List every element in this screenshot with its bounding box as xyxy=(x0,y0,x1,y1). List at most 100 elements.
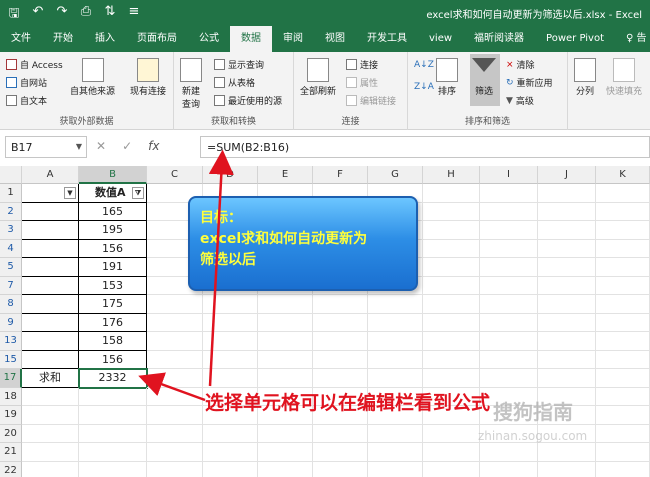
cell-d[interactable] xyxy=(203,350,258,369)
cell-a[interactable] xyxy=(22,461,79,477)
cell-a[interactable] xyxy=(22,350,79,369)
properties-button[interactable]: 属性 xyxy=(346,76,378,89)
row-header[interactable]: 21 xyxy=(0,443,22,462)
cell-b[interactable]: 2332 xyxy=(78,368,148,389)
tab-5[interactable]: 数据 xyxy=(230,26,272,52)
customize-qat-icon[interactable]: ≡ xyxy=(126,4,142,26)
cell-k[interactable] xyxy=(596,443,650,462)
existing-connections-button[interactable]: 现有连接 xyxy=(130,58,166,97)
cell-k[interactable] xyxy=(596,387,650,406)
column-header-b[interactable]: B xyxy=(79,166,147,184)
row-header[interactable]: 15 xyxy=(0,350,22,369)
cell-k[interactable] xyxy=(596,406,650,425)
cell-a[interactable] xyxy=(22,332,79,351)
row-header[interactable]: 2 xyxy=(0,202,22,221)
cell-j[interactable] xyxy=(538,332,596,351)
cell-e[interactable] xyxy=(258,332,313,351)
from-text-button[interactable]: 自文本 xyxy=(6,94,47,107)
cell-b[interactable]: 195 xyxy=(79,221,147,240)
cell-c[interactable] xyxy=(147,461,203,477)
cell-f[interactable] xyxy=(313,350,368,369)
chevron-down-icon[interactable]: ▼ xyxy=(76,142,82,151)
cell-e[interactable] xyxy=(258,369,313,388)
cell-d[interactable] xyxy=(203,295,258,314)
row-header[interactable]: 22 xyxy=(0,461,22,477)
cell-i[interactable] xyxy=(480,332,538,351)
cell-c[interactable] xyxy=(147,313,203,332)
cell-b[interactable]: 153 xyxy=(79,276,147,295)
cell-k[interactable] xyxy=(596,276,650,295)
cell-h[interactable] xyxy=(423,295,480,314)
formula-input[interactable]: =SUM(B2:B16) xyxy=(200,136,650,158)
cell-a[interactable]: ▼ xyxy=(22,184,79,203)
cell-e[interactable] xyxy=(258,313,313,332)
cell-d[interactable] xyxy=(203,369,258,388)
column-header-i[interactable]: I xyxy=(480,166,538,184)
cell-g[interactable] xyxy=(368,313,423,332)
cell-j[interactable] xyxy=(538,295,596,314)
row-header[interactable]: 1 xyxy=(0,184,22,203)
cell-e[interactable] xyxy=(258,295,313,314)
save-icon[interactable]: 🖫 xyxy=(6,4,22,26)
cell-j[interactable] xyxy=(538,221,596,240)
column-header-k[interactable]: K xyxy=(596,166,650,184)
column-header-g[interactable]: G xyxy=(368,166,423,184)
cell-f[interactable] xyxy=(313,443,368,462)
sort-button[interactable]: 排序 xyxy=(436,58,458,97)
column-header-d[interactable]: D xyxy=(203,166,258,184)
cell-a[interactable] xyxy=(22,406,79,425)
row-header[interactable]: 17 xyxy=(0,369,22,388)
row-header[interactable]: 3 xyxy=(0,221,22,240)
cell-j[interactable] xyxy=(538,443,596,462)
row-header[interactable]: 7 xyxy=(0,276,22,295)
column-header-h[interactable]: H xyxy=(423,166,480,184)
from-other-sources-button[interactable]: 自其他来源 xyxy=(70,58,115,97)
connections-button[interactable]: 连接 xyxy=(346,58,378,71)
cell-k[interactable] xyxy=(596,313,650,332)
filter-dropdown-icon[interactable]: ▼ xyxy=(64,187,76,199)
cell-i[interactable] xyxy=(480,295,538,314)
tab-3[interactable]: 页面布局 xyxy=(126,26,188,52)
recent-sources-button[interactable]: 最近使用的源 xyxy=(214,94,282,107)
refresh-all-button[interactable]: 全部刷新 xyxy=(300,58,336,97)
filter-active-icon[interactable]: ⧩ xyxy=(132,187,144,199)
cell-k[interactable] xyxy=(596,424,650,443)
cell-j[interactable] xyxy=(538,258,596,277)
cell-h[interactable] xyxy=(423,258,480,277)
cell-b[interactable] xyxy=(79,461,147,477)
cell-i[interactable] xyxy=(480,239,538,258)
cell-j[interactable] xyxy=(538,313,596,332)
cell-f[interactable] xyxy=(313,369,368,388)
cell-b[interactable]: 数值A ⧩ xyxy=(79,184,147,203)
cell-h[interactable] xyxy=(423,369,480,388)
row-header[interactable]: 5 xyxy=(0,258,22,277)
text-to-columns-button[interactable]: 分列 xyxy=(574,58,596,97)
cell-b[interactable]: 156 xyxy=(79,239,147,258)
cell-f[interactable] xyxy=(313,295,368,314)
cell-c[interactable] xyxy=(147,295,203,314)
cell-j[interactable] xyxy=(538,239,596,258)
cell-j[interactable] xyxy=(538,461,596,477)
cell-c[interactable] xyxy=(147,332,203,351)
cell-b[interactable] xyxy=(79,424,147,443)
sort-icon[interactable]: ⇅ xyxy=(102,4,118,26)
cell-e[interactable] xyxy=(258,424,313,443)
cell-h[interactable] xyxy=(423,221,480,240)
cell-j[interactable] xyxy=(538,276,596,295)
cell-i[interactable] xyxy=(480,184,538,203)
cell-h[interactable] xyxy=(423,350,480,369)
cell-h[interactable] xyxy=(423,332,480,351)
cell-b[interactable] xyxy=(79,387,147,406)
cell-h[interactable] xyxy=(423,461,480,477)
tab-6[interactable]: 审阅 xyxy=(272,26,314,52)
cell-c[interactable] xyxy=(147,369,203,388)
cell-j[interactable] xyxy=(538,184,596,203)
cell-b[interactable]: 175 xyxy=(79,295,147,314)
row-header[interactable]: 13 xyxy=(0,332,22,351)
cell-h[interactable] xyxy=(423,184,480,203)
cell-g[interactable] xyxy=(368,369,423,388)
cell-h[interactable] xyxy=(423,313,480,332)
from-web-button[interactable]: 自网站 xyxy=(6,76,47,89)
cell-b[interactable] xyxy=(79,406,147,425)
cell-f[interactable] xyxy=(313,424,368,443)
